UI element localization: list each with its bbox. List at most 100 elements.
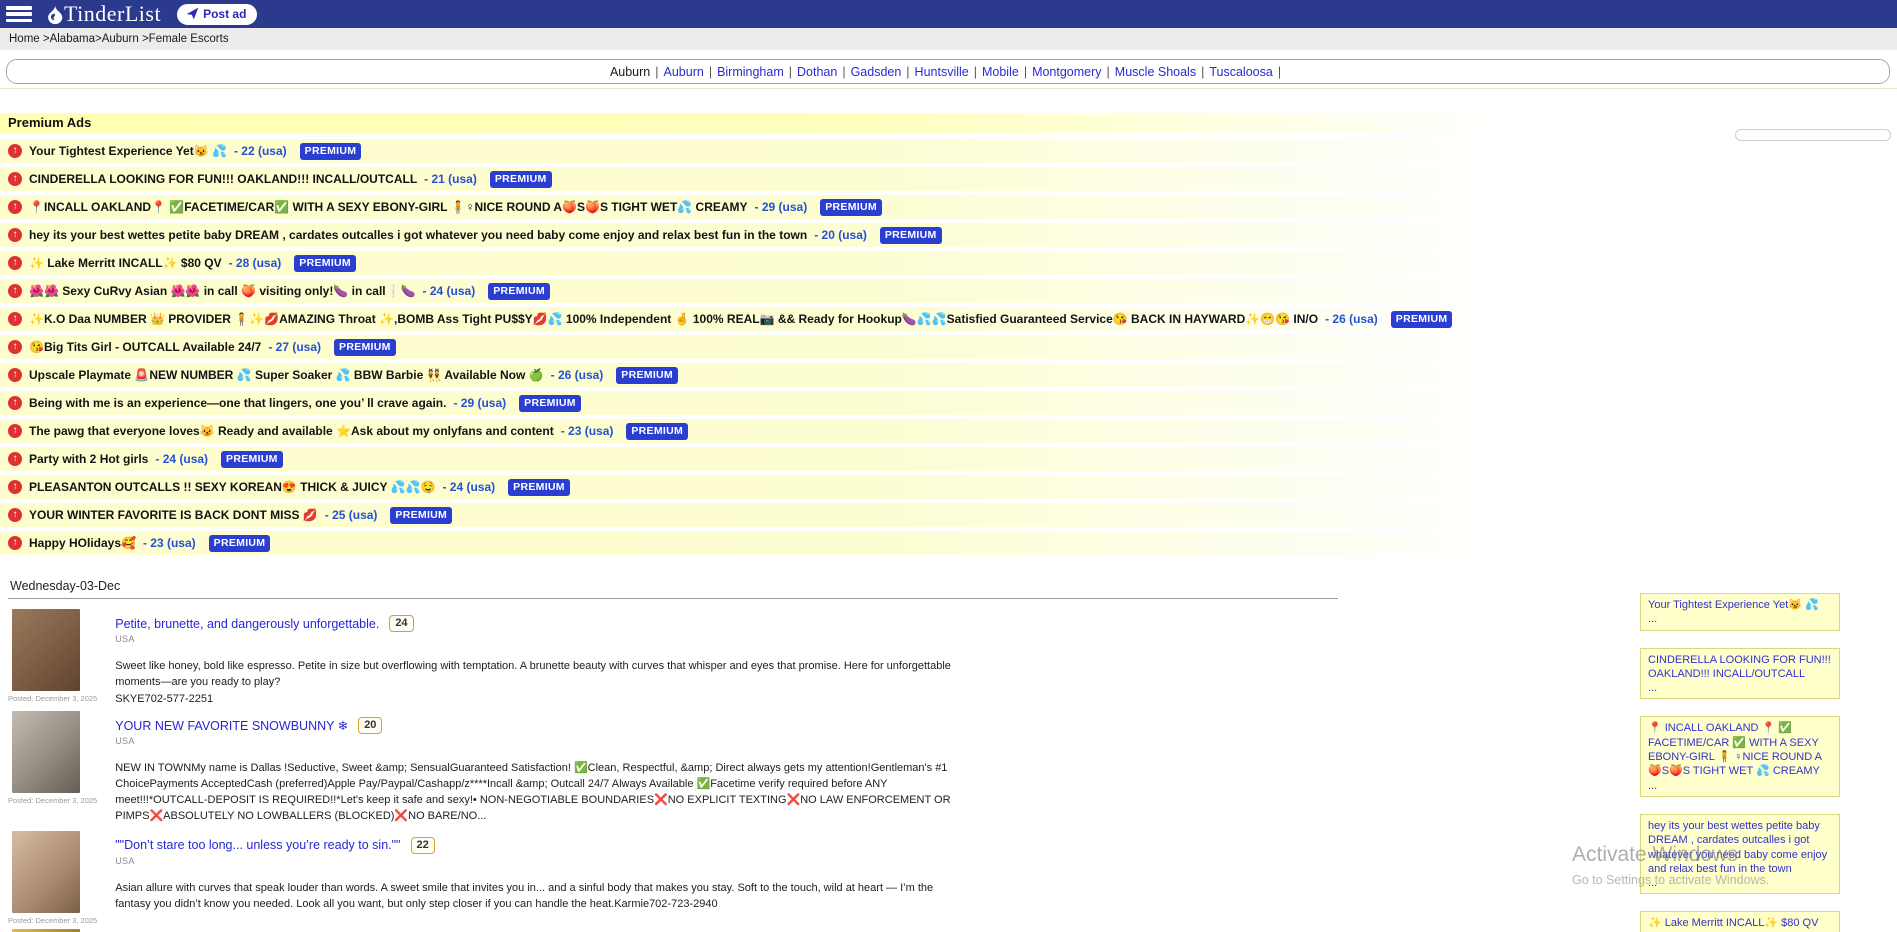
- premium-ad-title[interactable]: ✨K.O Daa NUMBER 👑 PROVIDER 🧍✨💋AMAZING Th…: [29, 312, 1318, 326]
- premium-ad-age: - 25 (usa): [325, 508, 378, 522]
- up-arrow-icon: ↑: [8, 340, 22, 354]
- paper-plane-icon: [186, 7, 199, 20]
- premium-badge[interactable]: PREMIUM: [221, 451, 283, 468]
- premium-badge[interactable]: PREMIUM: [209, 535, 271, 552]
- premium-ad-row[interactable]: ↑ ✨ Lake Merritt INCALL✨ $80 QV - 28 (us…: [0, 251, 1565, 275]
- premium-ad-title[interactable]: 😘Big Tits Girl - OUTCALL Available 24/7: [29, 340, 261, 354]
- premium-badge[interactable]: PREMIUM: [294, 255, 356, 272]
- listing-thumbnail[interactable]: [12, 831, 80, 913]
- up-arrow-icon: ↑: [8, 312, 22, 326]
- premium-ad-row[interactable]: ↑ YOUR WINTER FAVORITE IS BACK DONT MISS…: [0, 503, 1565, 527]
- premium-ad-title[interactable]: Upscale Playmate 🚨NEW NUMBER 💦 Super Soa…: [29, 368, 544, 382]
- city-link[interactable]: Montgomery: [1032, 65, 1101, 79]
- listing-description: Asian allure with curves that speak loud…: [115, 881, 965, 913]
- post-ad-button[interactable]: Post ad: [177, 4, 257, 25]
- up-arrow-icon: ↑: [8, 256, 22, 270]
- premium-ad-row[interactable]: ↑ 😘Big Tits Girl - OUTCALL Available 24/…: [0, 335, 1565, 359]
- premium-ad-title[interactable]: 📍INCALL OAKLAND📍 ✅FACETIME/CAR✅ WITH A S…: [29, 200, 748, 214]
- premium-badge[interactable]: PREMIUM: [490, 171, 552, 188]
- city-link[interactable]: Gadsden: [851, 65, 902, 79]
- listing-title-link[interactable]: Petite, brunette, and dangerously unforg…: [115, 617, 379, 631]
- up-arrow-icon: ↑: [8, 480, 22, 494]
- sidebar-ad-box[interactable]: Your Tightest Experience Yet😼 💦 ...: [1640, 593, 1840, 631]
- city-link[interactable]: Dothan: [797, 65, 837, 79]
- premium-badge[interactable]: PREMIUM: [616, 367, 678, 384]
- premium-ad-row[interactable]: ↑ 🌺🌺 Sexy CuRvy Asian 🌺🌺 in call 🍑 visit…: [0, 279, 1565, 303]
- sidebar-ad-title[interactable]: Your Tightest Experience Yet😼 💦: [1648, 598, 1832, 612]
- city-link[interactable]: Mobile: [982, 65, 1019, 79]
- up-arrow-icon: ↑: [8, 536, 22, 550]
- listing-title-link[interactable]: ""Don’t stare too long... unless you’re …: [115, 838, 400, 852]
- brand-logo[interactable]: TinderList: [46, 1, 161, 27]
- city-separator: |: [1201, 65, 1204, 79]
- sidebar-ad-box[interactable]: 📍 INCALL OAKLAND 📍 ✅ FACETIME/CAR ✅ WITH…: [1640, 716, 1840, 796]
- up-arrow-icon: ↑: [8, 144, 22, 158]
- premium-section: Premium Ads ↑ Your Tightest Experience Y…: [0, 113, 1565, 559]
- city-separator: |: [1024, 65, 1027, 79]
- listing-description: Sweet like honey, bold like espresso. Pe…: [115, 659, 965, 691]
- premium-badge[interactable]: PREMIUM: [880, 227, 942, 244]
- premium-ad-title[interactable]: hey its your best wettes petite baby DRE…: [29, 228, 807, 242]
- premium-ad-row[interactable]: ↑ Being with me is an experience—one tha…: [0, 391, 1565, 415]
- sidebar-ad-title[interactable]: ✨ Lake Merritt INCALL✨ $80 QV: [1648, 916, 1832, 930]
- premium-ad-title[interactable]: 🌺🌺 Sexy CuRvy Asian 🌺🌺 in call 🍑 visitin…: [29, 284, 416, 298]
- city-separator: |: [974, 65, 977, 79]
- premium-ad-age: - 29 (usa): [453, 396, 506, 410]
- listing-thumbnail[interactable]: [12, 711, 80, 793]
- menu-icon[interactable]: [6, 6, 32, 22]
- premium-ad-row[interactable]: ↑ hey its your best wettes petite baby D…: [0, 223, 1565, 247]
- premium-ad-row[interactable]: ↑ ✨K.O Daa NUMBER 👑 PROVIDER 🧍✨💋AMAZING …: [0, 307, 1565, 331]
- premium-ad-title[interactable]: Your Tightest Experience Yet😼 💦: [29, 144, 227, 158]
- premium-badge[interactable]: PREMIUM: [1391, 311, 1453, 328]
- premium-ad-row[interactable]: ↑ The pawg that everyone loves😼 Ready an…: [0, 419, 1565, 443]
- premium-badge[interactable]: PREMIUM: [488, 283, 550, 300]
- listing-age-badge: 22: [411, 837, 435, 854]
- premium-ad-row[interactable]: ↑ Upscale Playmate 🚨NEW NUMBER 💦 Super S…: [0, 363, 1565, 387]
- sidebar-ad-box[interactable]: hey its your best wettes petite baby DRE…: [1640, 814, 1840, 894]
- premium-ad-row[interactable]: ↑ PLEASANTON OUTCALLS !! SEXY KOREAN😍 TH…: [0, 475, 1565, 499]
- city-current: Auburn: [610, 65, 650, 79]
- premium-ad-title[interactable]: YOUR WINTER FAVORITE IS BACK DONT MISS 💋: [29, 508, 318, 522]
- sidebar-ad-title[interactable]: 📍 INCALL OAKLAND 📍 ✅ FACETIME/CAR ✅ WITH…: [1648, 721, 1832, 778]
- sidebar-ad-title[interactable]: CINDERELLA LOOKING FOR FUN!!! OAKLAND!!!…: [1648, 653, 1832, 682]
- premium-ad-title[interactable]: The pawg that everyone loves😼 Ready and …: [29, 424, 554, 438]
- city-link[interactable]: Tuscaloosa: [1209, 65, 1272, 79]
- premium-badge[interactable]: PREMIUM: [508, 479, 570, 496]
- premium-badge[interactable]: PREMIUM: [820, 199, 882, 216]
- listing-thumbnail[interactable]: [12, 609, 80, 691]
- up-arrow-icon: ↑: [8, 452, 22, 466]
- premium-ad-title[interactable]: CINDERELLA LOOKING FOR FUN!!! OAKLAND!!!…: [29, 172, 417, 186]
- premium-ad-title[interactable]: ✨ Lake Merritt INCALL✨ $80 QV: [29, 256, 222, 270]
- premium-ad-age: - 22 (usa): [234, 144, 287, 158]
- listing-title-link[interactable]: YOUR NEW FAVORITE SNOWBUNNY ❄: [115, 718, 348, 733]
- sidebar-premium-list: Your Tightest Experience Yet😼 💦 ... CIND…: [1640, 593, 1840, 932]
- city-link[interactable]: Muscle Shoals: [1115, 65, 1196, 79]
- premium-badge[interactable]: PREMIUM: [390, 507, 452, 524]
- premium-badge[interactable]: PREMIUM: [519, 395, 581, 412]
- premium-ad-row[interactable]: ↑ Your Tightest Experience Yet😼 💦 - 22 (…: [0, 139, 1565, 163]
- listing-thumb-column: Posted: December 3, 2025: [8, 831, 97, 925]
- premium-badge[interactable]: PREMIUM: [626, 423, 688, 440]
- city-link[interactable]: Huntsville: [915, 65, 969, 79]
- city-links: Auburn|Auburn|Birmingham|Dothan|Gadsden|…: [610, 65, 1286, 79]
- city-link[interactable]: Birmingham: [717, 65, 784, 79]
- sidebar-ad-ellipsis: ...: [1648, 681, 1832, 695]
- sidebar-ad-box[interactable]: ✨ Lake Merritt INCALL✨ $80 QV ...: [1640, 911, 1840, 932]
- city-separator: |: [1278, 65, 1281, 79]
- premium-ad-row[interactable]: ↑ CINDERELLA LOOKING FOR FUN!!! OAKLAND!…: [0, 167, 1565, 191]
- premium-ad-title[interactable]: PLEASANTON OUTCALLS !! SEXY KOREAN😍 THIC…: [29, 480, 435, 494]
- premium-ad-title[interactable]: Party with 2 Hot girls: [29, 452, 148, 466]
- up-arrow-icon: ↑: [8, 172, 22, 186]
- flame-icon: [46, 4, 63, 25]
- premium-ad-title[interactable]: Being with me is an experience—one that …: [29, 396, 446, 410]
- premium-badge[interactable]: PREMIUM: [300, 143, 362, 160]
- premium-ad-row[interactable]: ↑ Party with 2 Hot girls - 24 (usa) PREM…: [0, 447, 1565, 471]
- sidebar-ad-title[interactable]: hey its your best wettes petite baby DRE…: [1648, 819, 1832, 876]
- sidebar-ad-box[interactable]: CINDERELLA LOOKING FOR FUN!!! OAKLAND!!!…: [1640, 648, 1840, 700]
- premium-ad-row[interactable]: ↑ Happy HOlidays🥰 - 23 (usa) PREMIUM: [0, 531, 1565, 555]
- premium-ad-age: - 24 (usa): [423, 284, 476, 298]
- city-link[interactable]: Auburn: [664, 65, 704, 79]
- premium-badge[interactable]: PREMIUM: [334, 339, 396, 356]
- premium-ad-row[interactable]: ↑ 📍INCALL OAKLAND📍 ✅FACETIME/CAR✅ WITH A…: [0, 195, 1565, 219]
- premium-ad-title[interactable]: Happy HOlidays🥰: [29, 536, 136, 550]
